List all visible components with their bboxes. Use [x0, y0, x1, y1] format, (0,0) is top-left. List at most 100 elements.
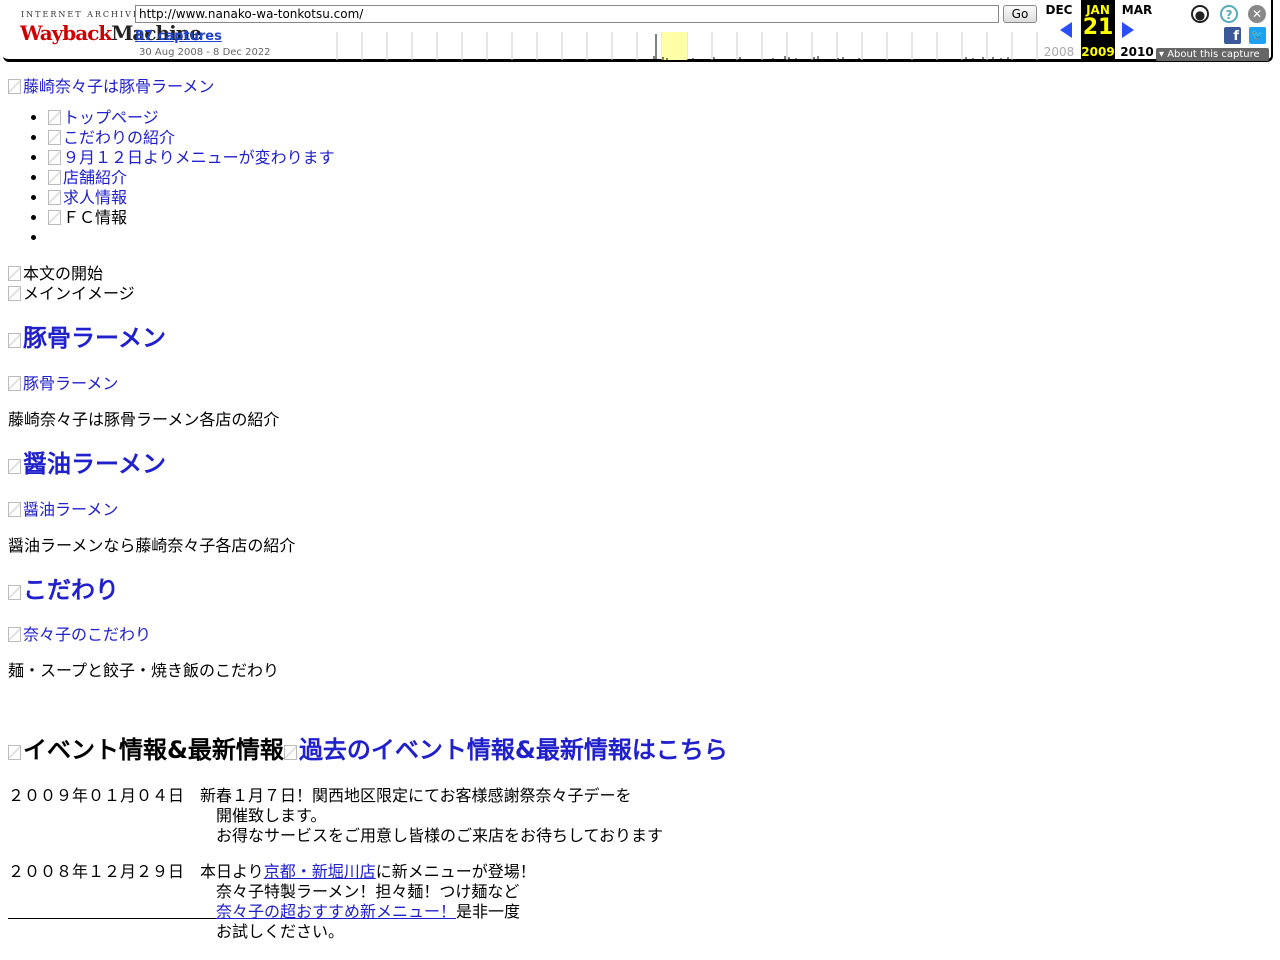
capture-sparkline[interactable]: [333, 30, 1038, 60]
about-capture-dropdown[interactable]: ▾ About this capture: [1156, 48, 1269, 61]
content-start-image: 本文の開始: [8, 264, 103, 284]
nav-label: ＦＣ情報: [63, 208, 128, 227]
current-month-column: JAN 21 2009: [1081, 0, 1115, 62]
broken-image-icon: [8, 502, 21, 517]
broken-image-icon: [8, 376, 21, 391]
broken-image-icon: [8, 266, 21, 281]
site-logo-alt: 藤崎奈々子は豚骨ラーメン: [23, 77, 215, 96]
about-capture-label: About this capture: [1167, 49, 1260, 60]
news-line: お試しください。: [216, 922, 345, 941]
user-account-icon[interactable]: ●: [1191, 5, 1209, 23]
wayback-logo[interactable]: INTERNET ARCHIVE WaybackMachine: [17, 8, 202, 52]
broken-image-icon: [8, 79, 21, 94]
url-input[interactable]: http://www.nanako-wa-tonkotsu.com/: [135, 5, 999, 23]
news-line: 新春１月７日！関西地区限定にてお客様感謝祭奈々子デーを: [200, 786, 632, 805]
nav-item-empty: [48, 228, 335, 248]
broken-image-icon: [48, 150, 61, 165]
section-heading-kodawari[interactable]: こだわり: [8, 575, 119, 605]
prev-month-label[interactable]: DEC: [1042, 3, 1076, 17]
section-description-kodawari: 麺・スープと餃子・焼き飯のこだわり: [8, 661, 280, 680]
section-image-kodawari[interactable]: 奈々子のこだわり: [8, 625, 151, 645]
wayback-toolbar: INTERNET ARCHIVE WaybackMachine http://w…: [3, 0, 1273, 62]
section-heading-shoyu[interactable]: 醤油ラーメン: [8, 449, 166, 479]
news-line: 奈々子特製ラーメン！担々麺！つけ麺など: [216, 882, 520, 901]
captures-link[interactable]: 87 captures: [135, 29, 222, 44]
past-events-link[interactable]: 過去のイベント情報&最新情報はこちら: [283, 736, 728, 764]
content-start-alt: 本文の開始: [23, 264, 104, 283]
broken-image-icon: [8, 585, 21, 600]
nav-link-menu-change[interactable]: ９月１２日よりメニューが変わります: [48, 148, 335, 167]
news-text: に新メニューが登場！: [375, 862, 536, 881]
broken-image-icon: [48, 170, 61, 185]
section-heading-text: 醤油ラーメン: [23, 450, 167, 478]
nav-item-fc: ＦＣ情報: [48, 208, 335, 228]
section-description-shoyu: 醤油ラーメンなら藤崎奈々子各店の紹介: [8, 536, 296, 555]
store-link[interactable]: 京都・新堀川店: [264, 862, 376, 881]
news-date: ２００８年１２月２９日: [8, 862, 185, 881]
chevron-down-icon: ▾: [1159, 49, 1168, 60]
next-year-label: 2010: [1120, 45, 1154, 59]
current-year-label: 2009: [1081, 45, 1115, 59]
help-icon[interactable]: ?: [1220, 5, 1238, 23]
close-icon[interactable]: ✕: [1248, 5, 1266, 23]
sparkline-capture-bars: [653, 34, 1009, 60]
current-day-label: 21: [1082, 15, 1114, 40]
main-image: メインイメージ: [8, 284, 135, 304]
month-navigator: DEC 2008 JAN 21 2009 MAR 2010: [1040, 0, 1156, 62]
main-navigation: トップページ こだわりの紹介 ９月１２日よりメニューが変わります 店舗紹介 求人…: [8, 108, 335, 248]
sparkline-current-year-highlight: [662, 32, 687, 60]
go-button[interactable]: Go: [1003, 5, 1037, 23]
nav-item-kodawari[interactable]: こだわりの紹介: [48, 128, 335, 148]
prev-capture-arrow-icon[interactable]: [1060, 22, 1072, 38]
nav-label: 店舗紹介: [63, 168, 128, 187]
nav-label: トップページ: [63, 108, 159, 127]
news-item: 新春１月７日！関西地区限定にてお客様感謝祭奈々子デーを 開催致します。 お得なサ…: [200, 786, 663, 846]
news-line: お得なサービスをご用意し皆様のご来店をお待ちしております: [216, 826, 664, 845]
divider: [8, 918, 216, 919]
section-heading-text: こだわり: [23, 576, 119, 604]
prev-year-label: 2008: [1043, 45, 1075, 59]
nav-label: 求人情報: [63, 188, 128, 207]
capture-date-range: 30 Aug 2008 - 8 Dec 2022: [139, 47, 271, 58]
broken-image-icon: [8, 627, 21, 642]
nav-item-stores[interactable]: 店舗紹介: [48, 168, 335, 188]
section-image-alt: 豚骨ラーメン: [23, 374, 119, 393]
nav-item-recruit[interactable]: 求人情報: [48, 188, 335, 208]
news-line: 本日より京都・新堀川店に新メニューが登場！: [200, 862, 536, 882]
nav-link-top[interactable]: トップページ: [48, 108, 159, 127]
section-image-shoyu[interactable]: 醤油ラーメン: [8, 500, 118, 520]
news-text: 是非一度: [456, 902, 521, 921]
broken-image-icon: [8, 745, 21, 760]
nav-link-kodawari[interactable]: こだわりの紹介: [48, 128, 175, 147]
main-image-alt: メインイメージ: [23, 284, 135, 303]
facebook-share-icon[interactable]: f: [1224, 27, 1241, 44]
section-image-alt: 奈々子のこだわり: [23, 625, 152, 644]
event-heading-alt: イベント情報&最新情報: [23, 736, 284, 764]
nav-label: こだわりの紹介: [63, 128, 176, 147]
nav-link-recruit[interactable]: 求人情報: [48, 188, 127, 207]
event-heading: イベント情報&最新情報 過去のイベント情報&最新情報はこちら: [8, 735, 728, 765]
nav-link-stores[interactable]: 店舗紹介: [48, 168, 127, 187]
broken-image-icon: [48, 210, 61, 225]
broken-image-icon: [283, 745, 297, 760]
twitter-share-icon[interactable]: 🐦: [1249, 27, 1266, 44]
past-events-link-text: 過去のイベント情報&最新情報はこちら: [298, 736, 728, 764]
news-text: 本日より: [200, 862, 264, 881]
section-image-tonkotsu[interactable]: 豚骨ラーメン: [8, 374, 118, 394]
internet-archive-label: INTERNET ARCHIVE: [21, 10, 141, 19]
broken-image-icon: [8, 286, 21, 301]
broken-image-icon: [8, 333, 21, 348]
next-month-column[interactable]: MAR 2010: [1120, 0, 1154, 62]
section-heading-tonkotsu[interactable]: 豚骨ラーメン: [8, 323, 166, 353]
broken-image-icon: [48, 130, 61, 145]
site-logo-link[interactable]: 藤崎奈々子は豚骨ラーメン: [8, 73, 214, 97]
section-description-tonkotsu: 藤崎奈々子は豚骨ラーメン各店の紹介: [8, 410, 280, 429]
broken-image-icon: [8, 459, 21, 474]
section-heading-text: 豚骨ラーメン: [23, 324, 167, 352]
news-line: 開催致します。: [216, 806, 327, 825]
next-month-label[interactable]: MAR: [1120, 3, 1154, 17]
new-menu-link[interactable]: 奈々子の超おすすめ新メニュー！: [216, 902, 456, 921]
news-line: 奈々子の超おすすめ新メニュー！是非一度: [200, 902, 536, 922]
nav-item-menu-change[interactable]: ９月１２日よりメニューが変わります: [48, 148, 335, 168]
nav-item-top[interactable]: トップページ: [48, 108, 335, 128]
